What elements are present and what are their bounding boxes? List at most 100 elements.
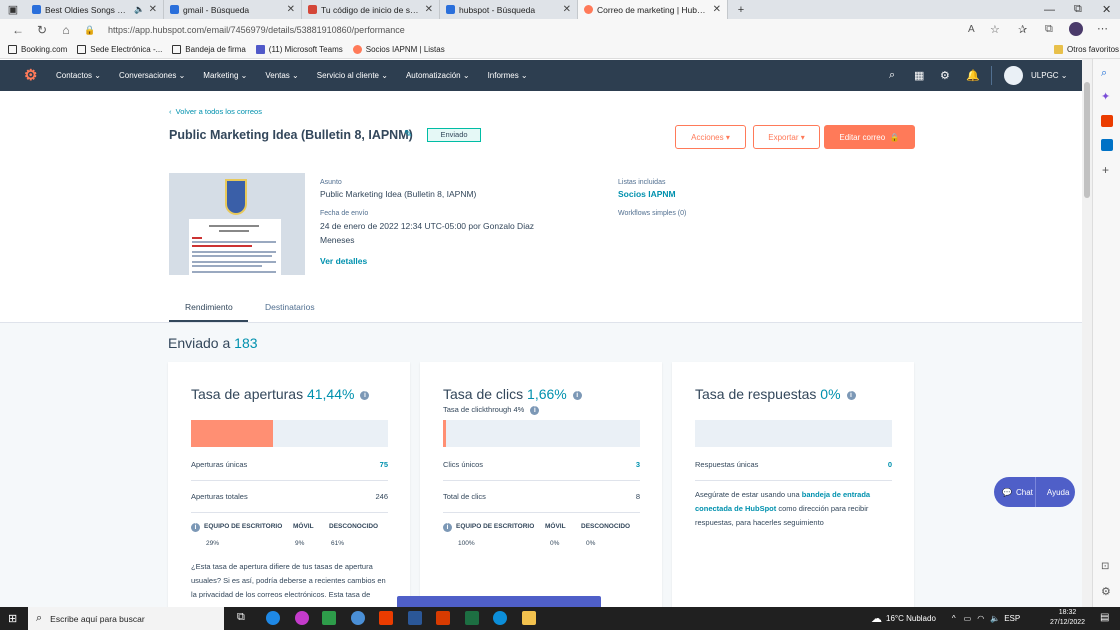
task-view-icon[interactable]: ⧉ — [237, 611, 245, 624]
search-icon[interactable]: ⌕ — [889, 60, 895, 91]
info-icon[interactable]: i — [191, 523, 200, 532]
edge-icon[interactable] — [493, 611, 507, 625]
close-tab-icon[interactable]: ✕ — [287, 4, 295, 15]
tab-performance[interactable]: Rendimiento — [185, 302, 233, 312]
favorite-star-icon[interactable]: ☆ — [990, 23, 1000, 36]
close-window-icon[interactable]: ✕ — [1102, 0, 1111, 19]
network-icon[interactable]: ▭ — [964, 614, 972, 623]
excel-icon[interactable] — [465, 611, 479, 625]
office-app-icon[interactable] — [436, 611, 450, 625]
search-icon[interactable]: ⌕ — [1101, 67, 1107, 80]
bookmark[interactable]: Booking.com — [8, 45, 67, 54]
hubspot-logo-icon[interactable]: ⚙ — [24, 68, 38, 83]
browser-tab[interactable]: hubspot - Búsqueda ✕ — [440, 0, 578, 19]
speaker-icon[interactable]: 🔈 — [134, 4, 145, 15]
info-icon[interactable]: i — [443, 523, 452, 532]
collections-icon[interactable]: ⧉ — [1045, 23, 1053, 36]
info-icon[interactable]: i — [530, 405, 540, 415]
browser-tab[interactable]: Tu código de inicio de sesión de ✕ — [302, 0, 440, 19]
word-icon[interactable] — [408, 611, 422, 625]
media-player-icon[interactable] — [295, 611, 309, 625]
tab-actions-icon[interactable]: ▣ — [0, 0, 26, 19]
tray-chevron-icon[interactable]: ^ — [952, 614, 956, 623]
home-icon[interactable]: ⌂ — [54, 23, 78, 37]
url-field[interactable]: https://app.hubspot.com/email/7456979/de… — [108, 25, 405, 35]
file-explorer-icon[interactable] — [522, 611, 536, 625]
settings-icon[interactable]: ⚙ — [940, 60, 950, 91]
unique-clicks-value[interactable]: 3 — [636, 460, 640, 469]
expand-icon[interactable]: ⊡ — [1101, 561, 1109, 572]
chat-button[interactable]: Chat — [1016, 488, 1033, 497]
tab-recipients[interactable]: Destinatarios — [265, 302, 315, 312]
marketplace-icon[interactable]: ▦ — [914, 60, 924, 91]
app-icon[interactable] — [351, 611, 365, 625]
shopping-icon[interactable]: ✦ — [1101, 90, 1110, 103]
close-tab-icon[interactable]: ✕ — [425, 4, 433, 15]
bookmark[interactable]: Socios IAPNM | Listas — [352, 45, 445, 54]
clock[interactable]: 18:32 27/12/2022 — [1050, 608, 1085, 628]
settings-icon[interactable]: ⚙ — [1101, 585, 1111, 598]
sent-count[interactable]: 183 — [234, 335, 257, 351]
nav-ventas[interactable]: Ventas ⌄ — [265, 71, 298, 80]
favorites-icon[interactable]: ✰ — [1018, 23, 1027, 36]
unique-replies-value[interactable]: 0 — [888, 460, 892, 469]
account-name: ULPGC — [1031, 71, 1059, 80]
unique-opens-value[interactable]: 75 — [380, 460, 388, 469]
chat-widget[interactable]: 💬 Chat Ayuda — [994, 477, 1075, 507]
office-icon[interactable] — [1101, 115, 1113, 127]
close-tab-icon[interactable]: ✕ — [713, 4, 721, 15]
browser-tab[interactable]: gmail - Búsqueda ✕ — [164, 0, 302, 19]
nav-marketing[interactable]: Marketing ⌄ — [203, 71, 247, 80]
weather-text[interactable]: 16°C Nublado — [886, 614, 936, 623]
notifications-icon[interactable]: 🔔 — [966, 60, 980, 91]
minimize-icon[interactable]: — — [1044, 0, 1055, 19]
app-icon[interactable] — [322, 611, 336, 625]
info-icon[interactable]: i — [572, 390, 582, 400]
scrollbar-thumb[interactable] — [1084, 82, 1090, 198]
nav-conversaciones[interactable]: Conversaciones ⌄ — [119, 71, 185, 80]
back-icon[interactable]: ← — [6, 23, 30, 37]
profile-avatar[interactable] — [1069, 22, 1083, 36]
outlook-icon[interactable] — [1101, 139, 1113, 151]
export-button[interactable]: Exportar ▾ — [753, 125, 820, 149]
info-icon[interactable]: i — [846, 390, 856, 400]
nav-contactos[interactable]: Contactos ⌄ — [56, 71, 101, 80]
browser-tab-active[interactable]: Correo de marketing | HubSpot ✕ — [578, 0, 728, 19]
nav-automatizacion[interactable]: Automatización ⌄ — [406, 71, 470, 80]
browser-tab[interactable]: Best Oldies Songs Of 1980s 🔈 ✕ — [26, 0, 164, 19]
search-icon — [32, 5, 41, 14]
notification-center-icon[interactable]: ▤ — [1100, 612, 1109, 623]
language-icon[interactable]: ESP — [1004, 614, 1020, 623]
office-icon[interactable] — [379, 611, 393, 625]
view-details-link[interactable]: Ver detalles — [320, 256, 367, 266]
info-icon[interactable]: i — [360, 390, 370, 400]
close-tab-icon[interactable]: ✕ — [149, 4, 157, 15]
add-icon[interactable]: + — [1102, 163, 1109, 177]
more-icon[interactable]: ⋯ — [1097, 22, 1108, 35]
actions-button[interactable]: Acciones ▾ — [675, 125, 746, 149]
new-tab-icon[interactable]: + — [728, 0, 754, 19]
windows-start-icon[interactable]: ⊞ — [8, 612, 17, 625]
other-favorites[interactable]: Otros favoritos — [1054, 45, 1119, 54]
bookmark[interactable]: Sede Electrónica -... — [77, 45, 162, 54]
edge-legacy-icon[interactable] — [266, 611, 280, 625]
wifi-icon[interactable]: ◠ — [977, 614, 984, 623]
edit-email-button[interactable]: Editar correo 🔒 — [824, 125, 915, 149]
bookmark[interactable]: Bandeja de firma — [172, 45, 246, 54]
refresh-icon[interactable]: ↻ — [30, 23, 54, 37]
taskbar-search[interactable]: ⌕ Escribe aquí para buscar — [28, 607, 224, 630]
bottom-bar[interactable] — [397, 596, 601, 607]
read-aloud-icon[interactable]: A — [968, 24, 975, 35]
close-tab-icon[interactable]: ✕ — [563, 4, 571, 15]
nav-servicio[interactable]: Servicio al cliente ⌄ — [317, 71, 388, 80]
edit-pencil-icon[interactable]: ✎ — [404, 129, 412, 140]
nav-informes[interactable]: Informes ⌄ — [488, 71, 528, 80]
account-menu[interactable]: ULPGC ⌄ — [1004, 60, 1068, 91]
volume-icon[interactable]: 🔈 — [990, 614, 1000, 623]
help-button[interactable]: Ayuda — [1047, 488, 1070, 497]
list-link[interactable]: Socios IAPNM — [618, 189, 676, 199]
bookmark[interactable]: (11) Microsoft Teams — [255, 45, 343, 54]
back-to-emails-link[interactable]: ‹ Volver a todos los correos — [169, 107, 262, 116]
email-preview-thumbnail[interactable] — [169, 173, 305, 275]
maximize-icon[interactable]: ⧉ — [1074, 0, 1082, 19]
